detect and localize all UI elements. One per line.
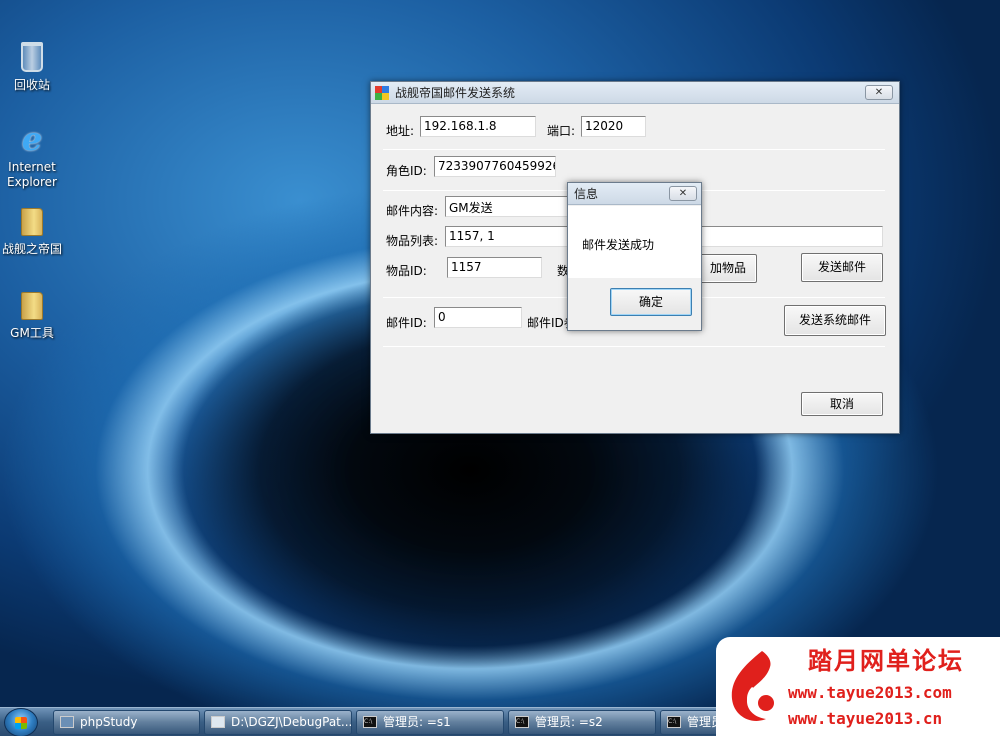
port-input[interactable]: 12020 [581,116,646,137]
console-icon: C:\ [667,716,681,728]
close-icon: ✕ [678,188,688,199]
taskbar-item-console[interactable]: C:\ 管理员 [660,710,720,735]
ok-button[interactable]: 确定 [610,288,692,316]
taskbar-item-debug-path[interactable]: D:\DGZJ\DebugPat... [204,710,352,735]
desktop-icon-game-folder[interactable]: 战舰之帝国 [0,208,64,257]
app-icon [375,85,389,100]
dialog-message: 邮件发送成功 [582,238,655,252]
item-id-input[interactable]: 1157 [447,257,542,278]
taskbar-item-phpstudy[interactable]: phpStudy [53,710,200,735]
taskbar-item-console-s2[interactable]: C:\ 管理员: =s2 [508,710,656,735]
section-divider [383,346,885,347]
watermark-url-cn: www.tayue2013.cn [788,709,943,728]
item-id-label: 物品ID: [386,264,427,278]
phpstudy-icon [60,716,74,728]
address-label: 地址: [386,124,415,138]
watermark: 踏月网单论坛 www.tayue2013.com www.tayue2013.c… [716,637,1000,736]
console-icon: C:\ [515,716,529,728]
start-button[interactable] [4,708,38,736]
port-label: 端口: [547,124,576,138]
window-title: 战舰帝国邮件发送系统 [395,86,516,100]
watermark-title: 踏月网单论坛 [808,647,964,675]
send-mail-button[interactable]: 发送邮件 [801,253,883,282]
role-id-input[interactable]: 72339077604599265 [434,156,556,177]
desktop-icon-gm-tools-folder[interactable]: GM工具 [0,292,64,341]
folder-icon [21,208,43,236]
send-system-mail-button[interactable]: 发送系统邮件 [784,305,886,336]
folder-icon [21,292,43,320]
internet-explorer-icon: e [21,120,43,158]
mail-content-label: 邮件内容: [386,204,439,218]
dialog-message-area: 邮件发送成功 [568,206,701,278]
mail-id-label: 邮件ID: [386,316,427,330]
desktop-icon-label: 战舰之帝国 [1,242,62,256]
console-icon: C:\ [363,716,377,728]
item-list-label: 物品列表: [386,234,439,248]
dialog-close-button[interactable]: ✕ [669,186,697,201]
desktop-icon-label: Internet Explorer [7,160,57,189]
section-divider [383,149,885,150]
address-input[interactable]: 192.168.1.8 [420,116,536,137]
info-dialog: 信息 ✕ 邮件发送成功 确定 [567,182,702,331]
close-button[interactable]: ✕ [865,85,893,100]
recycle-bin-icon [21,42,43,72]
desktop-icon-label: 回收站 [13,78,50,92]
taskbar-item-console-s1[interactable]: C:\ 管理员: =s1 [356,710,504,735]
desktop-icon-recycle-bin[interactable]: 回收站 [0,42,64,93]
desktop-icon-internet-explorer[interactable]: e Internet Explorer [0,122,64,190]
mail-id-input[interactable]: 0 [434,307,522,328]
dialog-titlebar[interactable]: 信息 ✕ [568,183,701,205]
windows-logo-icon [15,717,27,729]
cancel-button[interactable]: 取消 [801,392,883,416]
tayue-logo-icon [731,651,774,721]
watermark-url-com: www.tayue2013.com [788,683,952,702]
desktop-icon-label: GM工具 [10,326,54,340]
dialog-title: 信息 [574,187,599,201]
window-titlebar[interactable]: 战舰帝国邮件发送系统 ✕ [371,82,899,104]
role-id-label: 角色ID: [386,164,427,178]
close-icon: ✕ [874,87,884,98]
window-icon [211,716,225,728]
mail-content-input[interactable]: GM发送 [445,196,575,217]
